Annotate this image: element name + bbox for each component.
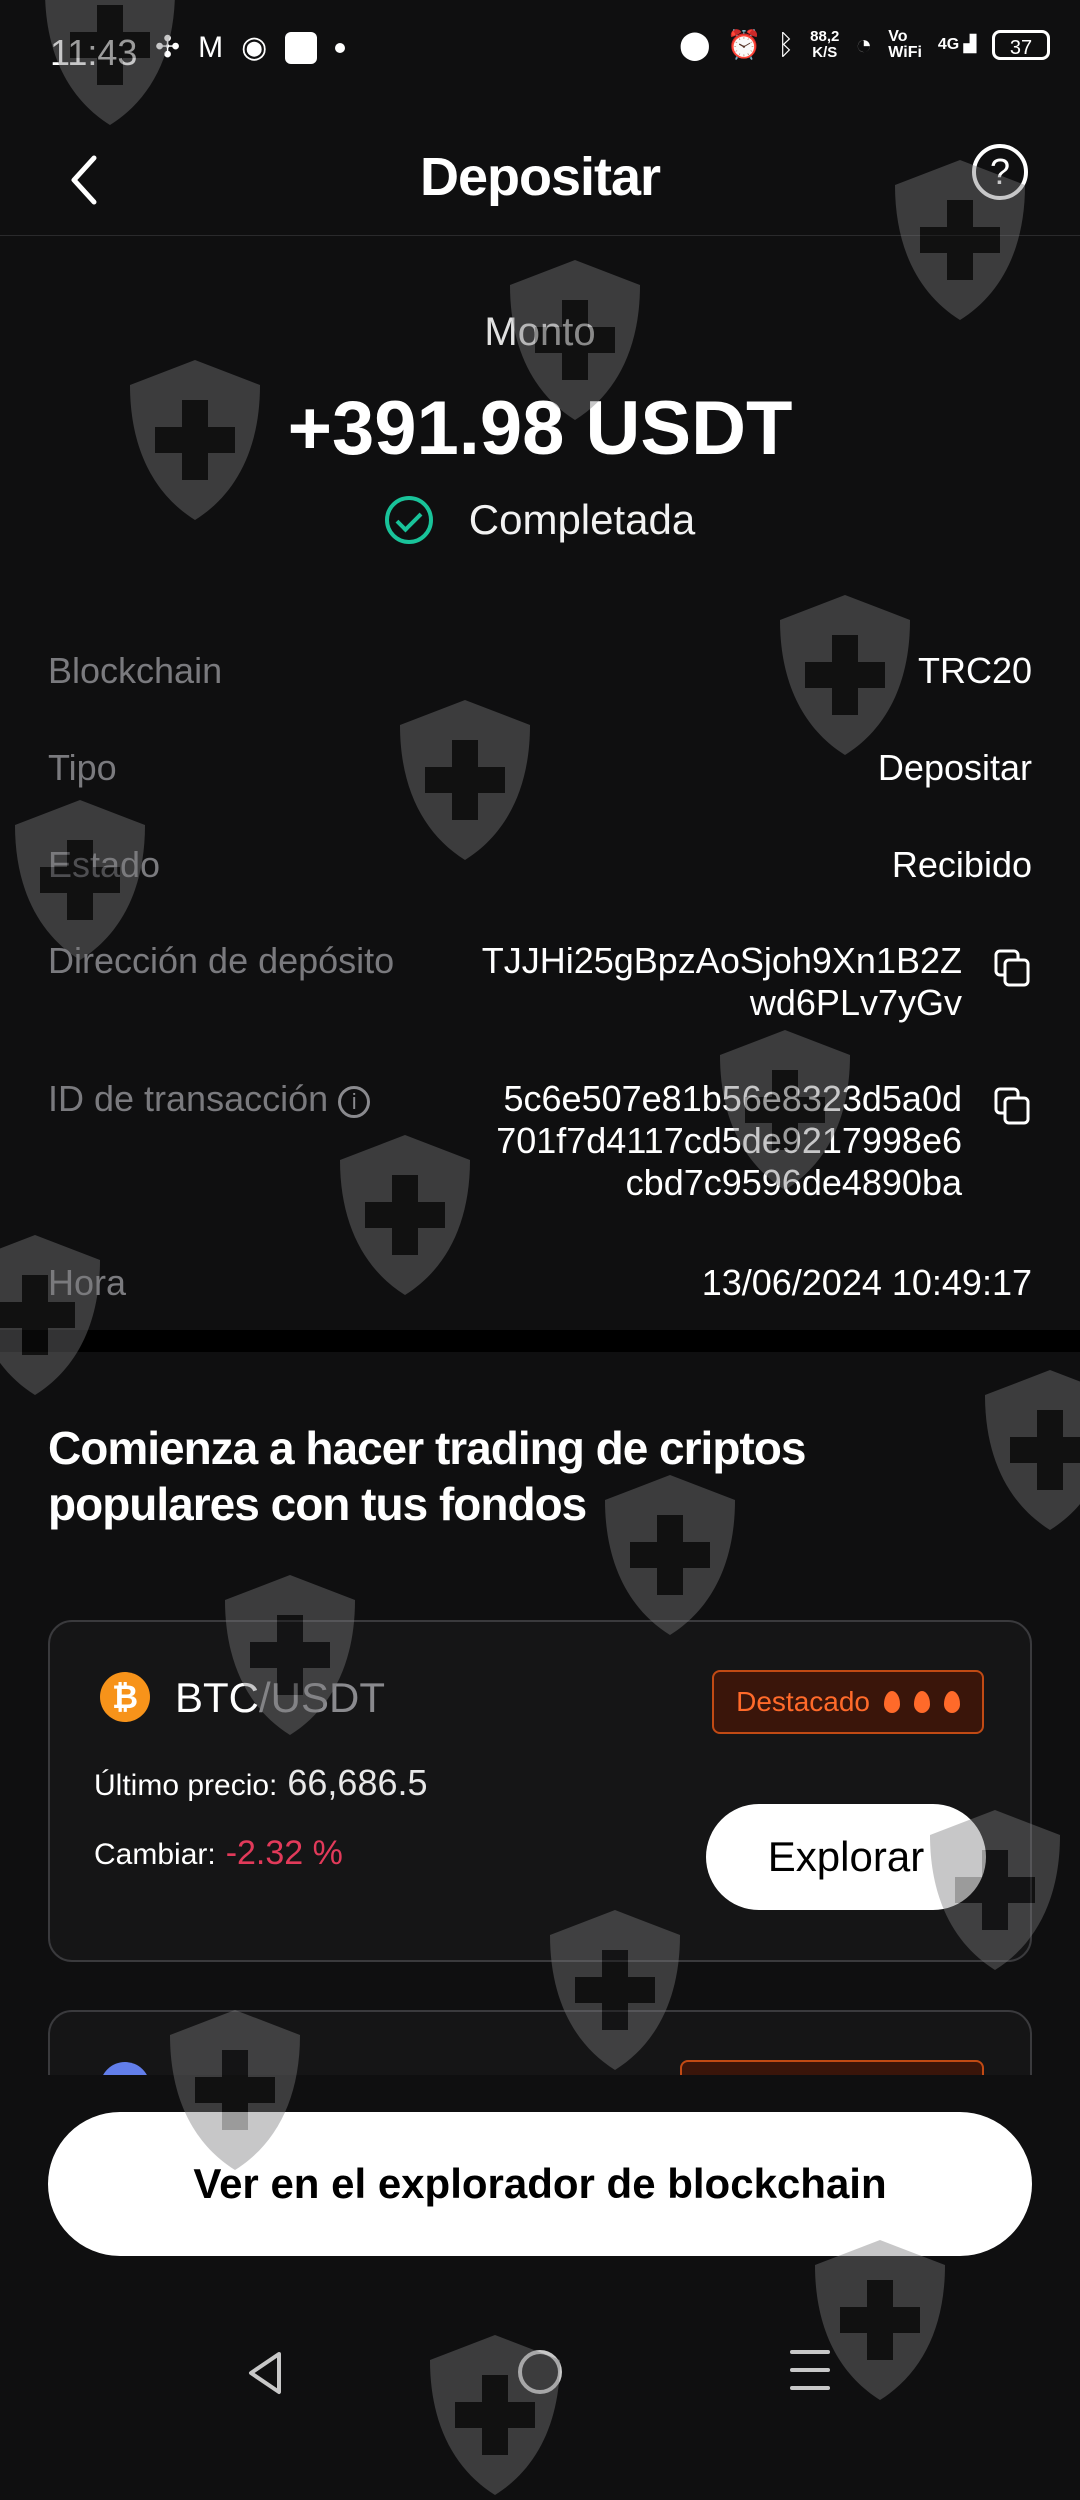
flame-icon <box>944 1691 960 1713</box>
notification-icons: ✣ M ◉ <box>155 30 346 65</box>
check-circle-icon <box>384 496 433 544</box>
status-text: Completada <box>468 496 696 543</box>
last-price-value: 66,686.5 <box>287 1762 428 1803</box>
status-time: 11:43 <box>50 32 138 73</box>
system-status-icons: ⬤ ⏰ ᛒ 88,2 K/S ◔ Vo WiFi 4G ▟ 37 <box>679 28 1050 61</box>
blockchain-label: Blockchain <box>48 650 223 691</box>
watermark-shield-icon <box>0 1235 100 1395</box>
change-row: Cambiar: -2.32 % <box>94 1834 343 1873</box>
help-button[interactable]: ? <box>972 144 1028 200</box>
network-speed: 88,2 K/S <box>810 27 840 61</box>
speed-unit: K/S <box>812 43 838 61</box>
featured-badge: Destacado <box>712 1670 984 1734</box>
txid-line-1: 5c6e507e81b56e8323d5a0d <box>503 1078 962 1119</box>
copy-icon[interactable] <box>992 948 1032 988</box>
battery-icon: 37 <box>992 29 1050 60</box>
promo-title: Comienza a hacer trading de criptos popu… <box>48 1420 948 1532</box>
time-value: 13/06/2024 10:49:17 <box>701 1262 1032 1303</box>
detail-row-blockchain: Blockchain TRC20 <box>48 650 1032 700</box>
system-home-icon[interactable] <box>518 2350 562 2394</box>
more-notifications-dot-icon <box>335 42 346 53</box>
time-label: Hora <box>48 1262 127 1303</box>
address-line-1: TJJHi25gBpzAoSjoh9Xn1B2Z <box>481 940 962 981</box>
copy-icon[interactable] <box>992 1086 1032 1126</box>
messenger-icon: ◉ <box>241 31 268 64</box>
explore-button[interactable]: Explorar <box>706 1804 986 1910</box>
speed-value: 88,2 <box>810 27 840 45</box>
watermark-shield-icon <box>985 1370 1080 1530</box>
info-icon[interactable]: i <box>338 1086 371 1118</box>
transaction-status: Completada <box>0 496 1080 544</box>
detail-row-address: Dirección de depósito TJJHi25gBpzAoSjoh9… <box>48 940 1032 1030</box>
state-label: Estado <box>48 844 161 885</box>
blockchain-value: TRC20 <box>917 650 1032 691</box>
location-icon: ⬤ <box>679 29 711 60</box>
alarm-icon: ⏰ <box>726 29 762 60</box>
system-back-icon[interactable] <box>245 2350 285 2396</box>
txid-line-3: cbd7c9596de4890ba <box>625 1162 962 1203</box>
change-label: Cambiar: <box>94 1838 216 1871</box>
system-navigation-bar <box>0 2330 1080 2436</box>
detail-row-time: Hora 13/06/2024 10:49:17 <box>48 1262 1032 1312</box>
amount-label: Monto <box>484 310 596 354</box>
detail-row-type: Tipo Depositar <box>48 747 1032 797</box>
type-label: Tipo <box>48 747 117 788</box>
pair-name: BTC/USDT <box>175 1674 385 1722</box>
system-recents-icon[interactable] <box>790 2350 830 2394</box>
detail-row-state: Estado Recibido <box>48 844 1032 894</box>
address-line-2: wd6PLv7yGv <box>749 982 962 1023</box>
promo-title-line-2: populares con tus fondos <box>48 1478 587 1530</box>
txid-value[interactable]: 5c6e507e81b56e8323d5a0d 701f7d4117cd5de9… <box>496 1078 962 1204</box>
flame-icon <box>914 1691 930 1713</box>
pair-base: BTC <box>175 1674 259 1721</box>
trading-pair-card-btc[interactable]: ₿ BTC/USDT Destacado Último precio: 66,68… <box>48 1620 1032 1962</box>
address-label: Dirección de depósito <box>48 940 395 981</box>
app-square-icon <box>285 31 318 64</box>
section-divider <box>0 1330 1080 1352</box>
pair-quote: /USDT <box>259 1674 385 1721</box>
change-value: -2.32 % <box>225 1834 343 1872</box>
amount-value: +391.98 USDT <box>287 386 793 471</box>
header: Depositar ? <box>0 120 1080 236</box>
last-price-label: Último precio: <box>94 1769 278 1802</box>
address-value[interactable]: TJJHi25gBpzAoSjoh9Xn1B2Z wd6PLv7yGv <box>482 940 962 1024</box>
bluetooth-icon: ᛒ <box>777 28 795 60</box>
vowifi-indicator: Vo WiFi <box>888 27 922 61</box>
network-type: 4G <box>937 35 960 53</box>
txid-label: ID de transacción <box>48 1078 329 1119</box>
state-value: Recibido <box>891 844 1032 885</box>
question-circle-icon: ? <box>989 151 1011 192</box>
app-notification-icon: ✣ <box>155 31 181 64</box>
badge-label: Destacado <box>736 1686 870 1717</box>
detail-row-txid: ID de transacción i 5c6e507e81b56e8323d5a… <box>48 1078 1032 1208</box>
promo-title-line-1: Comienza a hacer trading de criptos <box>48 1422 806 1474</box>
txid-line-2: 701f7d4117cd5de9217998e6 <box>496 1120 962 1161</box>
status-bar: 11:43 ✣ M ◉ ⬤ ⏰ ᛒ 88,2 K/S ◔ Vo WiFi 4G ▟ … <box>0 0 1080 110</box>
page-title: Depositar <box>419 147 661 207</box>
type-value: Depositar <box>877 747 1032 788</box>
view-in-explorer-button[interactable]: Ver en el explorador de blockchain <box>48 2112 1032 2256</box>
wifi-icon: ◔ <box>855 28 873 60</box>
flame-icon <box>884 1691 900 1713</box>
last-price-row: Último precio: 66,686.5 <box>94 1762 428 1804</box>
txid-label-group: ID de transacción i <box>48 1078 371 1120</box>
gmail-icon: M <box>198 30 224 64</box>
signal-indicator: 4G ▟ <box>937 35 976 53</box>
wifi-label: WiFi <box>888 43 922 61</box>
bitcoin-icon: ₿ <box>100 1672 150 1722</box>
vo-label: Vo <box>888 27 908 45</box>
